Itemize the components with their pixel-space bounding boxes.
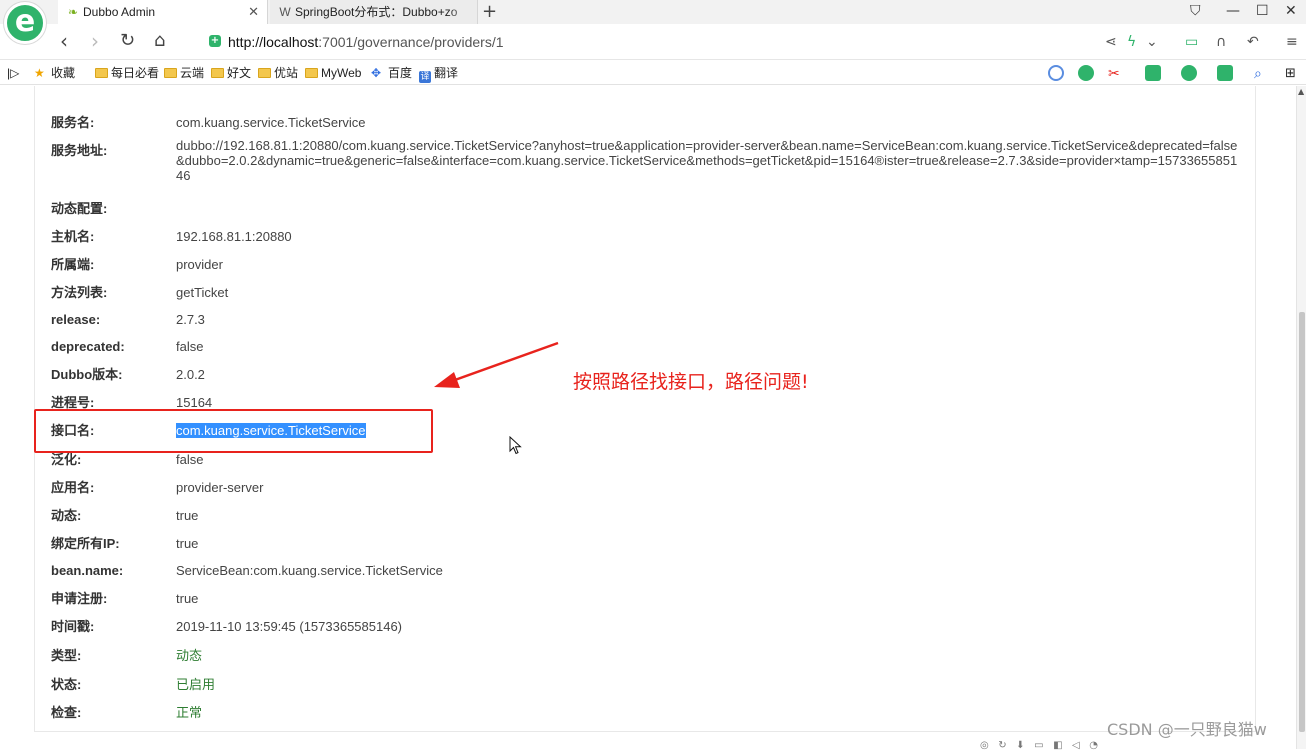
detail-key: 绑定所有IP:	[51, 536, 120, 551]
translate-icon: 译	[419, 71, 431, 83]
detail-value: true	[176, 591, 199, 606]
browser-logo-icon: e	[4, 2, 46, 44]
refresh-icon[interactable]: ↻	[120, 28, 135, 54]
grid-icon[interactable]: ⊞	[1285, 61, 1296, 85]
scissors-icon[interactable]: ✂	[1108, 61, 1120, 85]
detail-value: true	[176, 536, 199, 551]
folder-icon	[211, 68, 224, 78]
detail-value: dubbo://192.168.81.1:20880/com.kuang.ser…	[176, 138, 1238, 183]
detail-key: 应用名:	[51, 480, 95, 495]
chat-icon[interactable]	[1078, 65, 1094, 81]
detail-value: provider-server	[176, 480, 264, 495]
detail-value: true	[176, 508, 199, 523]
detail-value: 2.7.3	[176, 312, 205, 327]
lightning-icon[interactable]: ϟ	[1127, 33, 1136, 51]
status-bar-icons: ◎ ↻ ⬇ ▭ ◧ ◁ ◔	[980, 740, 1099, 751]
detail-value: ServiceBean:com.kuang.service.TicketServ…	[176, 563, 443, 578]
detail-key: 类型:	[51, 648, 82, 663]
detail-value: 动态	[176, 648, 203, 663]
detail-key: 申请注册:	[51, 591, 108, 606]
detail-key: 泛化:	[51, 452, 82, 467]
undo-icon[interactable]: ↶	[1247, 33, 1259, 51]
sidebar-toggle-icon[interactable]: |▷	[7, 61, 19, 85]
annotation-text: 按照路径找接口，路径问题!	[573, 371, 809, 393]
detail-value: getTicket	[176, 285, 229, 300]
folder-icon	[305, 68, 318, 78]
scroll-up-icon[interactable]: ▲	[1298, 88, 1304, 96]
detail-key: 动态配置:	[51, 201, 108, 216]
bookmark-baidu[interactable]: ✥ 百度	[371, 61, 412, 85]
star-icon: ★	[34, 66, 45, 80]
new-tab-button[interactable]: +	[482, 0, 497, 24]
tab-label: SpringBoot分布式：Dubbo+zo	[295, 5, 458, 19]
battery-icon[interactable]: ▭	[1185, 33, 1198, 51]
detail-key: Dubbo版本:	[51, 367, 123, 382]
detail-key: 动态:	[51, 508, 82, 523]
home-icon[interactable]: ⌂	[154, 28, 165, 54]
bookmark-translate[interactable]: 译翻译	[419, 61, 458, 85]
site-icon: W	[279, 5, 291, 19]
skin-icon[interactable]: ⛉	[1190, 0, 1201, 22]
navigation-bar: ‹ › ↻ ⌂ + http://localhost:7001/governan…	[0, 24, 1306, 60]
back-icon[interactable]: ‹	[60, 28, 68, 54]
tab-dubbo-admin[interactable]: ❧ Dubbo Admin ✕	[58, 0, 268, 24]
bookmark-myweb[interactable]: MyWeb	[305, 61, 361, 85]
menu-icon[interactable]: ≡	[1286, 33, 1298, 51]
tab-label: Dubbo Admin	[83, 5, 156, 19]
detail-key: 服务地址:	[51, 143, 108, 158]
mouse-cursor-icon	[509, 436, 522, 455]
leaf-icon: ❧	[67, 5, 79, 19]
minimize-icon[interactable]: —	[1226, 0, 1240, 22]
detail-value: 15164	[176, 395, 213, 410]
detail-value: false	[176, 339, 204, 354]
detail-value: false	[176, 452, 204, 467]
detail-key: 状态:	[51, 677, 82, 692]
bookmark-sites[interactable]: 优站	[258, 61, 298, 85]
folder-icon	[258, 68, 271, 78]
search-icon[interactable]: ⌕	[1254, 61, 1262, 85]
detail-key: 方法列表:	[51, 285, 108, 300]
chevron-down-icon[interactable]: ⌄	[1146, 33, 1158, 51]
folder-icon	[164, 68, 177, 78]
minus-circle-icon[interactable]	[1048, 65, 1064, 81]
share-icon[interactable]: ⋖	[1105, 33, 1117, 51]
bookmark-bar: |▷ ★ 收藏 每日必看 云端 好文 优站 MyWeb ✥ 百度 译翻译 ✂ ⌕ ⊞	[0, 61, 1306, 85]
bookmark-articles[interactable]: 好文	[211, 61, 251, 85]
detail-value: 已启用	[176, 677, 216, 692]
tab-bar: ❧ Dubbo Admin ✕ W SpringBoot分布式：Dubbo+zo +…	[0, 0, 1306, 24]
detail-key: 服务名:	[51, 115, 95, 130]
bookmark-daily[interactable]: 每日必看	[95, 61, 159, 85]
bookmark-favorites[interactable]: ★ 收藏	[34, 61, 75, 85]
detail-key: 所属端:	[51, 257, 95, 272]
highlight-box	[34, 409, 433, 453]
forward-icon[interactable]: ›	[91, 28, 99, 54]
detail-key: 主机名:	[51, 229, 95, 244]
translate-tool-icon[interactable]	[1145, 65, 1161, 81]
detail-key: 时间戳:	[51, 619, 95, 634]
detail-key: bean.name:	[51, 563, 124, 578]
detail-value: 192.168.81.1:20880	[176, 229, 292, 244]
detail-value: com.kuang.service.TicketService	[176, 115, 366, 130]
headphones-icon[interactable]: ∩	[1216, 33, 1226, 51]
game-icon[interactable]	[1217, 65, 1233, 81]
bookmark-cloud[interactable]: 云端	[164, 61, 204, 85]
close-icon[interactable]: ✕	[248, 0, 259, 24]
scrollbar-thumb[interactable]	[1299, 312, 1305, 732]
detail-key: deprecated:	[51, 339, 125, 354]
paw-icon: ✥	[371, 66, 382, 80]
secure-shield-icon: +	[209, 35, 221, 47]
scrollbar[interactable]: ▲	[1296, 86, 1306, 749]
maximize-icon[interactable]: ☐	[1256, 0, 1269, 22]
coupon-icon[interactable]	[1181, 65, 1197, 81]
folder-icon	[95, 68, 108, 78]
watermark: CSDN @一只野良猫w	[1107, 720, 1267, 739]
detail-value: provider	[176, 257, 223, 272]
detail-key: release:	[51, 312, 101, 327]
address-bar[interactable]: http://localhost:7001/governance/provide…	[228, 34, 504, 50]
close-window-icon[interactable]: ✕	[1285, 0, 1297, 22]
detail-key: 检查:	[51, 705, 82, 720]
detail-value: 正常	[176, 705, 203, 720]
tab-springboot[interactable]: W SpringBoot分布式：Dubbo+zo	[270, 0, 478, 24]
detail-value: 2019-11-10 13:59:45 (1573365585146)	[176, 619, 403, 634]
